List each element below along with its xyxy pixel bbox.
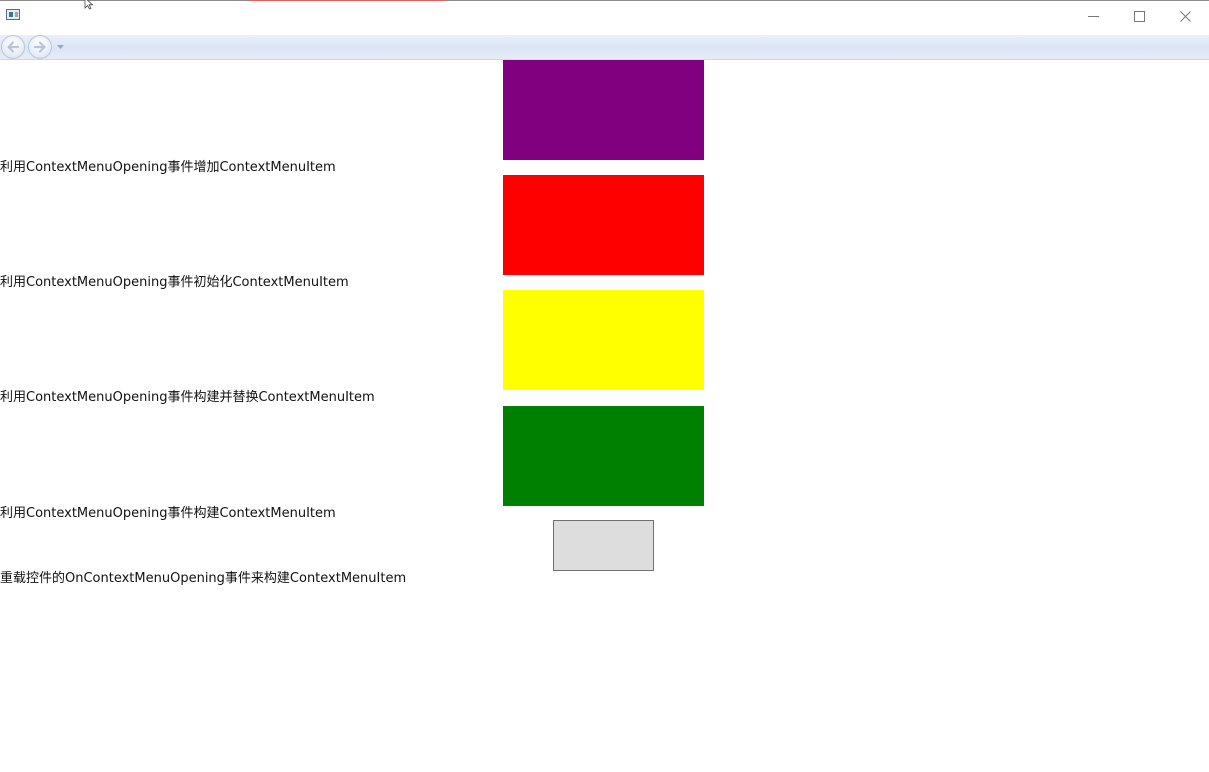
- init-context-menu-item-label: 利用ContextMenuOpening事件初始化ContextMenuItem: [0, 275, 349, 290]
- custom-context-menu-control[interactable]: [553, 520, 654, 571]
- arrow-right-icon: [33, 41, 46, 53]
- build-context-menu-item-label: 利用ContextMenuOpening事件构建ContextMenuItem: [0, 506, 336, 521]
- mouse-cursor-icon: [84, 0, 94, 10]
- back-button[interactable]: [1, 35, 25, 59]
- replace-context-menu-item-label: 利用ContextMenuOpening事件构建并替换ContextMenuIt…: [0, 390, 375, 405]
- red-context-menu-rect[interactable]: [503, 175, 704, 275]
- green-context-menu-rect[interactable]: [503, 406, 704, 506]
- yellow-context-menu-rect[interactable]: [503, 290, 704, 390]
- history-dropdown-button[interactable]: [56, 43, 64, 51]
- close-button[interactable]: [1162, 1, 1208, 31]
- add-context-menu-item-label: 利用ContextMenuOpening事件增加ContextMenuItem: [0, 160, 336, 175]
- purple-context-menu-rect[interactable]: [503, 60, 704, 160]
- minimize-icon: [1087, 15, 1099, 17]
- forward-button[interactable]: [28, 35, 52, 59]
- override-context-menu-label: 重载控件的OnContextMenuOpening事件来构建ContextMen…: [0, 571, 407, 586]
- close-icon: [1179, 10, 1191, 22]
- maximize-button[interactable]: [1116, 1, 1162, 31]
- title-accent-line: [250, 0, 445, 1]
- maximize-icon: [1133, 10, 1145, 22]
- chevron-down-icon: [56, 45, 64, 49]
- minimize-button[interactable]: [1070, 1, 1116, 31]
- app-window-icon[interactable]: [6, 9, 20, 20]
- title-bar: [0, 0, 1209, 31]
- arrow-left-icon: [7, 41, 20, 53]
- navigation-bar: [0, 35, 1209, 60]
